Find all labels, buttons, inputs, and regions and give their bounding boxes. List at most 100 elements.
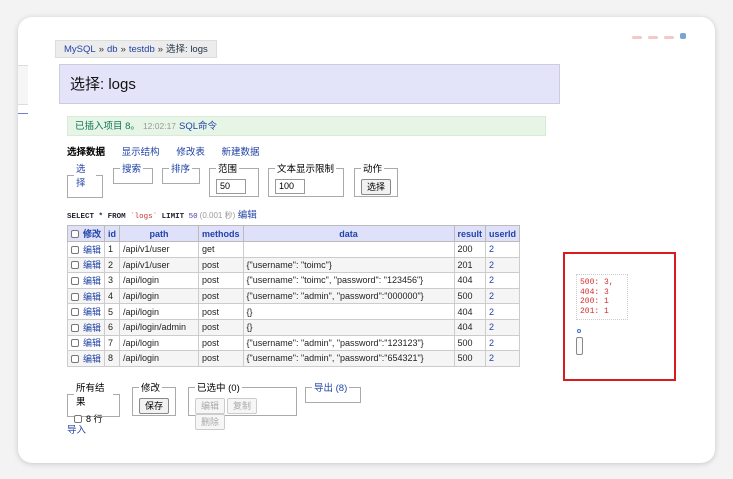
row-checkbox[interactable] bbox=[71, 292, 79, 301]
notice-message: 已插入项目 8。 bbox=[75, 121, 140, 132]
cell-path: /api/login bbox=[119, 287, 200, 305]
cell-userid-link[interactable]: 2 bbox=[485, 303, 521, 320]
row-edit-link[interactable]: 编辑 bbox=[83, 323, 101, 333]
row-edit-cell[interactable]: 编辑 bbox=[66, 303, 106, 320]
search-fieldset[interactable]: 搜索 bbox=[113, 161, 153, 184]
cell-data: {"username": "toimc"} bbox=[242, 256, 455, 274]
row-edit-link[interactable]: 编辑 bbox=[83, 292, 101, 302]
row-edit-cell[interactable]: 编辑 bbox=[66, 241, 106, 258]
cell-userid-link[interactable]: 2 bbox=[485, 272, 521, 289]
table-row: 编辑 4/api/login post {"username": "admin", "… bbox=[66, 287, 521, 305]
row-edit-cell[interactable]: 编辑 bbox=[66, 272, 106, 289]
tab-new-item[interactable]: 新建数据 bbox=[221, 147, 259, 158]
cell-path: /api/v1/user bbox=[119, 256, 200, 274]
cell-userid-link[interactable]: 2 bbox=[485, 318, 521, 336]
selected-fieldset: 已选中 (0) 编辑 复制删除 bbox=[188, 380, 297, 430]
text-limit-label: 文本显示限制 bbox=[277, 164, 335, 175]
modify-fieldset: 修改 保存 bbox=[132, 380, 176, 416]
cell-id: 4 bbox=[104, 287, 121, 305]
cell-method: post bbox=[198, 350, 244, 367]
cell-data: {} bbox=[242, 318, 455, 336]
row-edit-cell[interactable]: 编辑 bbox=[66, 256, 106, 274]
all-results-count: 8 行 bbox=[86, 414, 103, 424]
edit-query-link[interactable]: 编辑 bbox=[238, 210, 257, 221]
tab-select-data[interactable]: 选择数据 bbox=[67, 147, 105, 158]
cell-result: 500 bbox=[453, 287, 487, 305]
table-row: 编辑 5/api/login post{} 404 2 bbox=[66, 303, 521, 320]
cell-userid-link[interactable]: 2 bbox=[485, 256, 521, 274]
search-link[interactable]: 搜索 bbox=[120, 161, 143, 175]
row-edit-cell[interactable]: 编辑 bbox=[66, 287, 106, 305]
row-edit-link[interactable]: 编辑 bbox=[83, 338, 101, 348]
cell-userid-link[interactable]: 2 bbox=[485, 334, 521, 352]
header-result[interactable]: result bbox=[453, 225, 487, 242]
tab-alter-table[interactable]: 修改表 bbox=[176, 147, 205, 158]
header-userid[interactable]: userId bbox=[485, 225, 521, 242]
row-edit-link[interactable]: 编辑 bbox=[83, 245, 101, 255]
range-input[interactable]: 50 bbox=[216, 179, 246, 194]
save-button[interactable]: 保存 bbox=[139, 398, 169, 414]
cell-result: 500 bbox=[453, 334, 487, 352]
row-checkbox[interactable] bbox=[71, 354, 79, 363]
breadcrumb-testdb[interactable]: testdb bbox=[129, 44, 155, 55]
query-duration: (0.001 秒) bbox=[199, 211, 236, 220]
breadcrumb: MySQL» db» testdb» 选择: logs bbox=[55, 40, 217, 58]
cell-result: 404 bbox=[453, 272, 487, 289]
query-code: SELECT * FROM `logs` LIMIT 50 bbox=[67, 213, 198, 221]
row-edit-link[interactable]: 编辑 bbox=[83, 276, 101, 286]
header-data[interactable]: data bbox=[242, 225, 455, 242]
sql-command-link[interactable]: SQL命令 bbox=[179, 121, 217, 132]
cell-method: post bbox=[198, 256, 244, 274]
result-summary-tooltip: 500: 3, 404: 3 200: 1 201: 1 bbox=[576, 274, 628, 320]
row-checkbox[interactable] bbox=[71, 339, 79, 348]
row-edit-cell[interactable]: 编辑 bbox=[66, 318, 106, 336]
header-id[interactable]: id bbox=[104, 225, 121, 242]
action-select-button[interactable]: 选择 bbox=[361, 179, 391, 195]
select-fieldset[interactable]: 选择 bbox=[67, 161, 103, 198]
scroll-handle[interactable] bbox=[576, 337, 583, 355]
export-fieldset[interactable]: 导出 (8) bbox=[305, 380, 361, 403]
breadcrumb-db[interactable]: db bbox=[107, 44, 118, 55]
header-modify[interactable]: 修改 bbox=[66, 225, 106, 242]
sort-link[interactable]: 排序 bbox=[169, 161, 192, 175]
cell-result: 404 bbox=[453, 303, 487, 320]
action-fieldset: 动作 选择 bbox=[354, 161, 398, 197]
row-checkbox[interactable] bbox=[71, 245, 79, 254]
copy-selected-button[interactable]: 复制 bbox=[227, 398, 258, 414]
select-all-checkbox[interactable] bbox=[71, 230, 79, 238]
cell-path: /api/login/admin bbox=[119, 318, 200, 336]
row-edit-link[interactable]: 编辑 bbox=[83, 260, 101, 270]
edit-selected-button[interactable]: 编辑 bbox=[195, 398, 226, 414]
cell-userid-link[interactable]: 2 bbox=[485, 287, 521, 305]
export-link[interactable]: 导出 (8) bbox=[312, 380, 349, 394]
range-label: 范围 bbox=[218, 164, 238, 175]
cell-method: post bbox=[198, 334, 244, 352]
text-limit-input[interactable]: 100 bbox=[275, 179, 305, 194]
row-checkbox[interactable] bbox=[71, 323, 79, 332]
browser-window: MySQL» db» testdb» 选择: logs 选择: logs 已插入项目 … bbox=[18, 17, 715, 463]
row-edit-link[interactable]: 编辑 bbox=[83, 307, 101, 317]
header-path[interactable]: path bbox=[119, 225, 200, 242]
import-link[interactable]: 导入 bbox=[67, 422, 86, 436]
sort-fieldset[interactable]: 排序 bbox=[162, 161, 200, 184]
table-row: 编辑 1/api/v1/user get 200 2 bbox=[66, 241, 521, 258]
row-checkbox[interactable] bbox=[71, 308, 79, 317]
breadcrumb-mysql[interactable]: MySQL bbox=[64, 44, 96, 55]
row-edit-cell[interactable]: 编辑 bbox=[66, 350, 106, 367]
cell-path: /api/v1/user bbox=[119, 241, 200, 258]
delete-selected-button[interactable]: 删除 bbox=[195, 414, 226, 430]
highlighted-summary-panel: 500: 3, 404: 3 200: 1 201: 1 bbox=[563, 252, 676, 381]
select-link[interactable]: 选择 bbox=[74, 161, 96, 189]
cell-userid-link[interactable]: 2 bbox=[485, 241, 521, 258]
row-edit-link[interactable]: 编辑 bbox=[83, 354, 101, 364]
radio-icon[interactable] bbox=[577, 329, 581, 333]
row-checkbox[interactable] bbox=[71, 276, 79, 285]
cell-path: /api/login bbox=[119, 334, 200, 352]
cell-result: 200 bbox=[453, 241, 487, 258]
row-edit-cell[interactable]: 编辑 bbox=[66, 334, 106, 352]
row-checkbox[interactable] bbox=[71, 261, 79, 270]
summary-line: 500: 3, bbox=[580, 278, 614, 287]
cell-userid-link[interactable]: 2 bbox=[485, 350, 521, 367]
tab-show-structure[interactable]: 显示结构 bbox=[122, 147, 160, 158]
header-methods[interactable]: methods bbox=[198, 225, 244, 242]
